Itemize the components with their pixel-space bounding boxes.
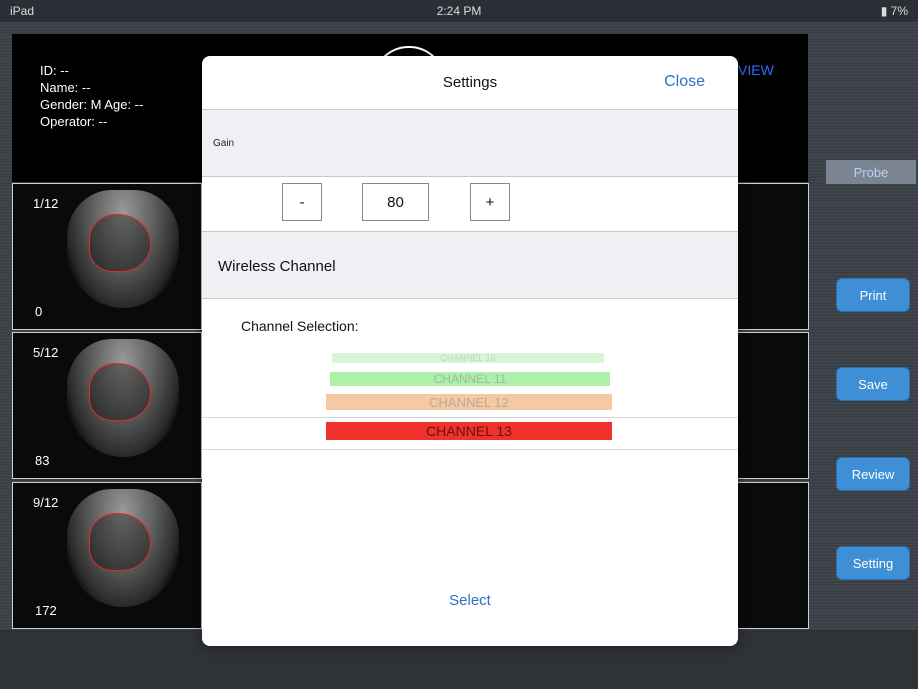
bladder-outline	[89, 363, 151, 421]
patient-info: ID: -- Name: -- Gender: M Age: -- Operat…	[40, 62, 143, 130]
battery-icon: ▮	[880, 4, 888, 18]
channel-option[interactable]: CHANNEL 10	[332, 353, 604, 363]
ultrasound-thumbnail-right-2[interactable]	[736, 332, 809, 479]
thumbnail-frame-label: 5/12	[33, 345, 59, 360]
channel-option[interactable]: CHANNEL 12	[326, 394, 612, 410]
gain-decrease-button[interactable]: -	[282, 183, 322, 221]
settings-header: Settings Close	[202, 56, 738, 110]
battery-label: ▮ 7%	[880, 4, 908, 18]
bladder-outline	[89, 513, 151, 571]
gain-section: Gain	[202, 110, 738, 177]
ultrasound-thumbnail-3[interactable]: 9/12 172	[12, 482, 202, 629]
picker-selection-line-top	[202, 417, 738, 418]
print-button[interactable]: Print	[836, 278, 910, 312]
patient-gender-age: Gender: M Age: --	[40, 97, 144, 112]
setting-button[interactable]: Setting	[836, 546, 910, 580]
picker-selection-line-bottom	[202, 449, 738, 450]
gain-increase-button[interactable]: +	[470, 183, 510, 221]
thumbnail-value: 172	[35, 603, 57, 618]
wireless-channel-section: Wireless Channel	[202, 231, 738, 299]
status-bar: iPad 2:24 PM ▮ 7%	[0, 0, 918, 22]
ultrasound-thumbnail-1[interactable]: 1/12 0	[12, 183, 202, 330]
channel-option[interactable]: CHANNEL 11	[330, 372, 610, 386]
settings-modal: Settings Close Gain - 80 + Wireless Chan…	[202, 56, 738, 646]
channel-picker[interactable]: CHANNEL 10 CHANNEL 11 CHANNEL 12 CHANNEL…	[202, 352, 738, 452]
ultrasound-thumbnail-2[interactable]: 5/12 83	[12, 332, 202, 479]
thumbnail-frame-label: 1/12	[33, 196, 59, 211]
review-button[interactable]: Review	[836, 457, 910, 491]
ultrasound-thumbnail-right-1[interactable]	[736, 183, 809, 330]
patient-operator: Operator: --	[40, 114, 108, 129]
bladder-outline	[89, 214, 151, 272]
select-button[interactable]: Select	[202, 592, 738, 609]
thumbnail-value: 83	[35, 453, 50, 468]
settings-title: Settings	[442, 74, 498, 91]
thumbnail-value: 0	[35, 304, 43, 319]
patient-id: ID: --	[40, 63, 69, 78]
gain-value-field[interactable]: 80	[362, 183, 429, 221]
probe-button[interactable]: Probe	[826, 160, 916, 184]
ultrasound-thumbnail-right-3[interactable]	[736, 482, 809, 629]
close-button[interactable]: Close	[664, 73, 705, 91]
channel-selection-label: Channel Selection:	[241, 318, 359, 334]
thumbnail-frame-label: 9/12	[33, 495, 59, 510]
channel-option-selected[interactable]: CHANNEL 13	[326, 422, 612, 440]
gain-label: Gain	[213, 138, 235, 149]
save-button[interactable]: Save	[836, 367, 910, 401]
wireless-channel-title: Wireless Channel	[218, 258, 336, 275]
patient-name: Name: --	[40, 80, 91, 95]
gain-stepper: - 80 +	[202, 177, 738, 232]
review-label[interactable]: VIEW	[738, 62, 774, 78]
status-time: 2:24 PM	[436, 4, 482, 18]
